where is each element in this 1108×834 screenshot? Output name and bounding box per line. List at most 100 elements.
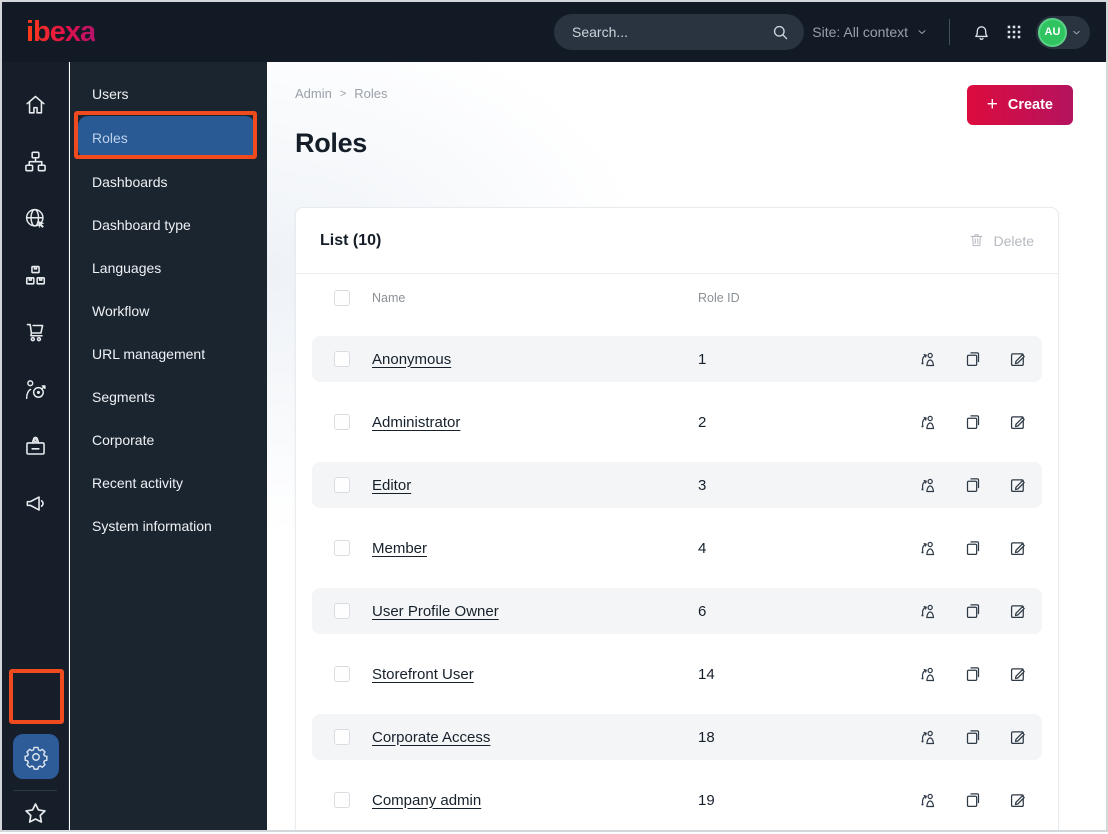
edit-icon[interactable] bbox=[1008, 664, 1028, 684]
table-row-company-admin[interactable]: Company admin 19 bbox=[312, 777, 1042, 823]
role-name-link[interactable]: Corporate Access bbox=[372, 729, 698, 746]
sidebar-item-segments[interactable]: Segments bbox=[70, 375, 267, 418]
assign-user-icon[interactable] bbox=[918, 664, 938, 684]
sidebar-item-recent-activity[interactable]: Recent activity bbox=[70, 461, 267, 504]
nav-personalization[interactable] bbox=[2, 361, 69, 418]
user-menu[interactable]: AU bbox=[1036, 15, 1090, 49]
roles-list-card: List (10) Delete Name Role ID Anonymous … bbox=[295, 207, 1059, 830]
role-id-value: 2 bbox=[698, 413, 707, 431]
copy-icon[interactable] bbox=[963, 727, 983, 747]
table-row-administrator[interactable]: Administrator 2 bbox=[312, 399, 1042, 445]
assign-user-icon[interactable] bbox=[918, 412, 938, 432]
global-search[interactable] bbox=[554, 14, 804, 50]
table-row-member[interactable]: Member 4 bbox=[312, 525, 1042, 571]
copy-icon[interactable] bbox=[963, 601, 983, 621]
table-row-user-profile-owner[interactable]: User Profile Owner 6 bbox=[312, 588, 1042, 634]
copy-icon[interactable] bbox=[963, 412, 983, 432]
role-name-link[interactable]: Company admin bbox=[372, 792, 698, 809]
row-checkbox[interactable] bbox=[334, 414, 350, 430]
site-globe-icon bbox=[23, 206, 48, 231]
nav-commerce[interactable] bbox=[2, 304, 69, 361]
breadcrumb-admin[interactable]: Admin bbox=[295, 86, 332, 101]
admin-gear-button[interactable] bbox=[13, 734, 59, 779]
role-name-link[interactable]: Storefront User bbox=[372, 666, 698, 683]
edit-icon[interactable] bbox=[1008, 790, 1028, 810]
edit-icon[interactable] bbox=[1008, 475, 1028, 495]
assign-user-icon[interactable] bbox=[918, 601, 938, 621]
role-name-link[interactable]: Administrator bbox=[372, 414, 698, 431]
edit-icon[interactable] bbox=[1008, 538, 1028, 558]
role-name-link[interactable]: Member bbox=[372, 540, 698, 557]
main-content: Admin > Roles + Create Roles List (10) D… bbox=[267, 62, 1106, 830]
row-actions bbox=[906, 475, 1034, 495]
nav-bookmarks[interactable] bbox=[2, 792, 69, 834]
sidebar-item-url-management[interactable]: URL management bbox=[70, 332, 267, 375]
row-checkbox[interactable] bbox=[334, 603, 350, 619]
row-checkbox[interactable] bbox=[334, 540, 350, 556]
assign-user-icon[interactable] bbox=[918, 475, 938, 495]
sidebar-item-dashboard-type[interactable]: Dashboard type bbox=[70, 203, 267, 246]
row-actions bbox=[906, 601, 1034, 621]
create-button[interactable]: + Create bbox=[966, 85, 1073, 125]
role-name-link[interactable]: Editor bbox=[372, 477, 698, 494]
sidebar-item-workflow[interactable]: Workflow bbox=[70, 289, 267, 332]
delete-button[interactable]: Delete bbox=[968, 232, 1034, 249]
delete-button-label: Delete bbox=[993, 232, 1034, 249]
row-actions bbox=[906, 349, 1034, 369]
nav-site[interactable] bbox=[2, 190, 69, 247]
assign-user-icon[interactable] bbox=[918, 349, 938, 369]
site-context-selector[interactable]: Site: All context bbox=[786, 23, 928, 41]
table-row-anonymous[interactable]: Anonymous 1 bbox=[312, 336, 1042, 382]
role-name-link[interactable]: User Profile Owner bbox=[372, 603, 698, 620]
trash-icon bbox=[968, 232, 985, 249]
row-checkbox[interactable] bbox=[334, 477, 350, 493]
site-context-label: Site: All context bbox=[812, 24, 908, 40]
row-checkbox[interactable] bbox=[334, 666, 350, 682]
gear-icon bbox=[23, 744, 49, 770]
copy-icon[interactable] bbox=[963, 349, 983, 369]
ibexa-logo: ibexa bbox=[26, 15, 96, 48]
nav-home[interactable] bbox=[2, 76, 69, 133]
row-actions bbox=[906, 790, 1034, 810]
edit-icon[interactable] bbox=[1008, 727, 1028, 747]
edit-icon[interactable] bbox=[1008, 412, 1028, 432]
role-name-link[interactable]: Anonymous bbox=[372, 351, 698, 368]
bell-icon[interactable] bbox=[971, 22, 992, 43]
nav-corporate[interactable] bbox=[2, 418, 69, 475]
role-id-value: 4 bbox=[698, 539, 707, 557]
copy-icon[interactable] bbox=[963, 790, 983, 810]
sidebar-item-users[interactable]: Users bbox=[70, 72, 267, 115]
row-checkbox[interactable] bbox=[334, 729, 350, 745]
assign-user-icon[interactable] bbox=[918, 538, 938, 558]
table-row-editor[interactable]: Editor 3 bbox=[312, 462, 1042, 508]
copy-icon[interactable] bbox=[963, 664, 983, 684]
edit-icon[interactable] bbox=[1008, 601, 1028, 621]
edit-icon[interactable] bbox=[1008, 349, 1028, 369]
nav-content-structure[interactable] bbox=[2, 133, 69, 190]
create-button-label: Create bbox=[1007, 97, 1053, 113]
nav-marketing[interactable] bbox=[2, 475, 69, 532]
row-checkbox[interactable] bbox=[334, 351, 350, 367]
search-input[interactable] bbox=[572, 24, 771, 40]
row-actions bbox=[906, 412, 1034, 432]
search-icon[interactable] bbox=[771, 23, 790, 42]
table-row-storefront-user[interactable]: Storefront User 14 bbox=[312, 651, 1042, 697]
page-title: Roles bbox=[295, 128, 368, 158]
sidebar-item-languages[interactable]: Languages bbox=[70, 246, 267, 289]
table-row-corporate-access[interactable]: Corporate Access 18 bbox=[312, 714, 1042, 760]
sidebar-item-corporate[interactable]: Corporate bbox=[70, 418, 267, 461]
topbar-right-cluster: Site: All context AU bbox=[786, 15, 1090, 49]
grid-apps-icon[interactable] bbox=[1005, 23, 1023, 41]
sidebar-item-dashboards[interactable]: Dashboards bbox=[70, 160, 267, 203]
assign-user-icon[interactable] bbox=[918, 790, 938, 810]
sidebar-item-roles[interactable]: Roles bbox=[78, 116, 255, 159]
sidebar-item-system-information[interactable]: System information bbox=[70, 504, 267, 547]
user-avatar[interactable]: AU bbox=[1038, 17, 1067, 47]
row-checkbox[interactable] bbox=[334, 792, 350, 808]
copy-icon[interactable] bbox=[963, 538, 983, 558]
assign-user-icon[interactable] bbox=[918, 727, 938, 747]
select-all-checkbox[interactable] bbox=[334, 290, 350, 306]
nav-products[interactable] bbox=[2, 247, 69, 304]
star-icon bbox=[22, 800, 49, 827]
copy-icon[interactable] bbox=[963, 475, 983, 495]
